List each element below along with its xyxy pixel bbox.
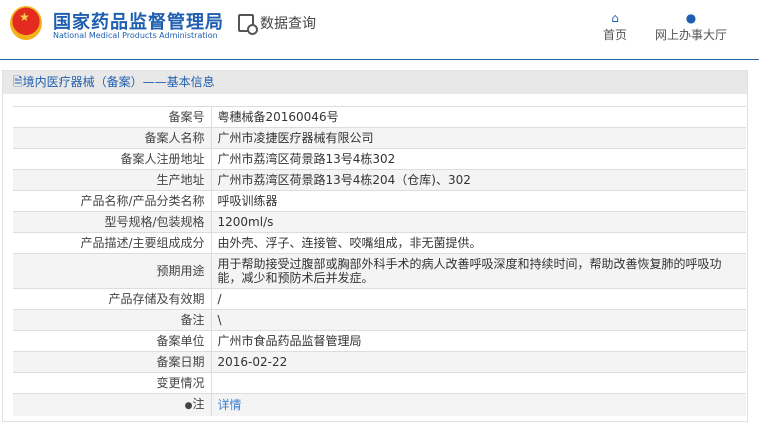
row-label-text: 变更情况	[156, 376, 205, 390]
row-value-text: 广州市食品药品监督管理局	[217, 334, 362, 348]
row-label-text: 产品名称/产品分类名称	[80, 194, 205, 208]
table-row: 变更情况	[13, 372, 746, 394]
row-value: \	[211, 309, 746, 331]
row-label: ●注	[13, 393, 212, 416]
row-label: 备案单位	[13, 330, 212, 352]
table-row: 型号规格/包装规格 1200ml/s	[13, 211, 746, 233]
panel-header: 🗎境内医疗器械（备案）——基本信息	[3, 71, 747, 94]
row-value-text: /	[217, 292, 222, 306]
panel-title: 境内医疗器械（备案）——基本信息	[22, 75, 215, 89]
row-label: 备案人名称	[13, 127, 212, 149]
info-table: 备案号 粤穗械备20160046号 备案人名称 广州市凌捷医疗器械有限公司 备案人注册地…	[13, 106, 746, 416]
table-row: 备案号 粤穗械备20160046号	[13, 106, 746, 128]
row-value-text: 由外壳、浮子、连接管、咬嘴组成，非无菌提供。	[217, 236, 482, 250]
table-row: 备注 \	[13, 309, 746, 331]
nav-online-hall[interactable]: ● 网上办事大厅	[652, 10, 730, 43]
row-value: 广州市食品药品监督管理局	[211, 330, 746, 352]
row-label-text: 备案人注册地址	[120, 152, 205, 166]
row-label: 备注	[13, 309, 212, 331]
table-row: 备案单位 广州市食品药品监督管理局	[13, 330, 746, 352]
row-label: 预期用途	[13, 253, 212, 289]
row-value-text: 广州市凌捷医疗器械有限公司	[217, 131, 374, 145]
home-icon: ⌂	[611, 11, 619, 25]
row-value-text: 呼吸训练器	[217, 194, 278, 208]
table-row: 备案人注册地址 广州市荔湾区荷景路13号4栋302	[13, 148, 746, 170]
document-search-icon	[238, 14, 258, 35]
row-label-text: 备案号	[168, 110, 205, 124]
row-label-text: 备案人名称	[144, 131, 205, 145]
row-value-text: 粤穗械备20160046号	[217, 110, 339, 124]
row-value: 呼吸训练器	[211, 190, 746, 212]
table-row: 产品描述/主要组成成分 由外壳、浮子、连接管、咬嘴组成，非无菌提供。	[13, 232, 746, 254]
national-emblem-logo	[10, 6, 42, 40]
row-label: 产品名称/产品分类名称	[13, 190, 212, 212]
row-value: 由外壳、浮子、连接管、咬嘴组成，非无菌提供。	[211, 232, 746, 254]
nav-home-label: 首页	[602, 28, 627, 42]
row-label-text: 备案单位	[156, 334, 205, 348]
row-label: 变更情况	[13, 372, 212, 394]
row-label: 备案人注册地址	[13, 148, 212, 170]
row-label-text: 产品存储及有效期	[108, 292, 205, 306]
row-value: 1200ml/s	[211, 211, 746, 233]
row-value	[211, 372, 746, 394]
nav-home[interactable]: ⌂ 首页	[598, 10, 632, 43]
row-value-text: 用于帮助接受过腹部或胸部外科手术的病人改善呼吸深度和持续时间，帮助改善恢复肺的呼…	[217, 257, 722, 285]
row-label-text: 预期用途	[156, 264, 205, 278]
row-value: 广州市荔湾区荷景路13号4栋204（仓库)、302	[211, 169, 746, 191]
row-value: 2016-02-22	[211, 351, 746, 373]
row-label-text: 备注	[180, 313, 205, 327]
table-row: 备案人名称 广州市凌捷医疗器械有限公司	[13, 127, 746, 149]
row-value: 广州市凌捷医疗器械有限公司	[211, 127, 746, 149]
data-query-label: 数据查询	[260, 16, 316, 32]
nav-online-hall-label: 网上办事大厅	[654, 28, 727, 42]
row-label: 型号规格/包装规格	[13, 211, 212, 233]
details-link[interactable]: 详情	[218, 398, 242, 412]
table-row: 预期用途 用于帮助接受过腹部或胸部外科手术的病人改善呼吸深度和持续时间，帮助改善恢…	[13, 253, 746, 289]
site-title-en: National Medical Products Administration	[53, 31, 218, 40]
row-value-text: 2016-02-22	[217, 355, 288, 369]
row-value: 用于帮助接受过腹部或胸部外科手术的病人改善呼吸深度和持续时间，帮助改善恢复肺的呼…	[211, 253, 746, 289]
row-value-text: 1200ml/s	[217, 215, 274, 229]
row-value-text: \	[217, 313, 222, 327]
row-label: 产品存储及有效期	[13, 288, 212, 310]
row-label-text: 生产地址	[156, 173, 205, 187]
row-value: 粤穗械备20160046号	[211, 106, 746, 128]
data-query-link[interactable]: 数据查询	[238, 13, 316, 35]
row-label: 生产地址	[13, 169, 212, 191]
row-label: 产品描述/主要组成成分	[13, 232, 212, 254]
row-value-text: 广州市荔湾区荷景路13号4栋302	[217, 152, 396, 166]
table-row: 产品名称/产品分类名称 呼吸训练器	[13, 190, 746, 212]
row-label: 备案日期	[13, 351, 212, 373]
user-icon: ●	[685, 11, 697, 25]
row-label-text: 型号规格/包装规格	[104, 215, 205, 229]
table-row: ●注 详情	[13, 393, 746, 416]
table-row: 生产地址 广州市荔湾区荷景路13号4栋204（仓库)、302	[13, 169, 746, 191]
row-label-text: 注	[192, 397, 205, 411]
row-value: 广州市荔湾区荷景路13号4栋302	[211, 148, 746, 170]
row-value: 详情	[211, 393, 746, 416]
row-label: 备案号	[13, 106, 212, 128]
table-row: 备案日期 2016-02-22	[13, 351, 746, 373]
info-panel: 🗎境内医疗器械（备案）——基本信息 备案号 粤穗械备20160046号 备案人名称广…	[2, 70, 748, 422]
document-icon: 🗎	[13, 75, 23, 89]
row-value: /	[211, 288, 746, 310]
row-value-text: 广州市荔湾区荷景路13号4栋204（仓库)、302	[217, 173, 471, 187]
table-row: 产品存储及有效期 /	[13, 288, 746, 310]
site-header: 国家药品监督管理局 National Medical Products Admi…	[0, 0, 759, 60]
row-label-text: 产品描述/主要组成成分	[80, 236, 205, 250]
row-label-text: 备案日期	[156, 355, 205, 369]
